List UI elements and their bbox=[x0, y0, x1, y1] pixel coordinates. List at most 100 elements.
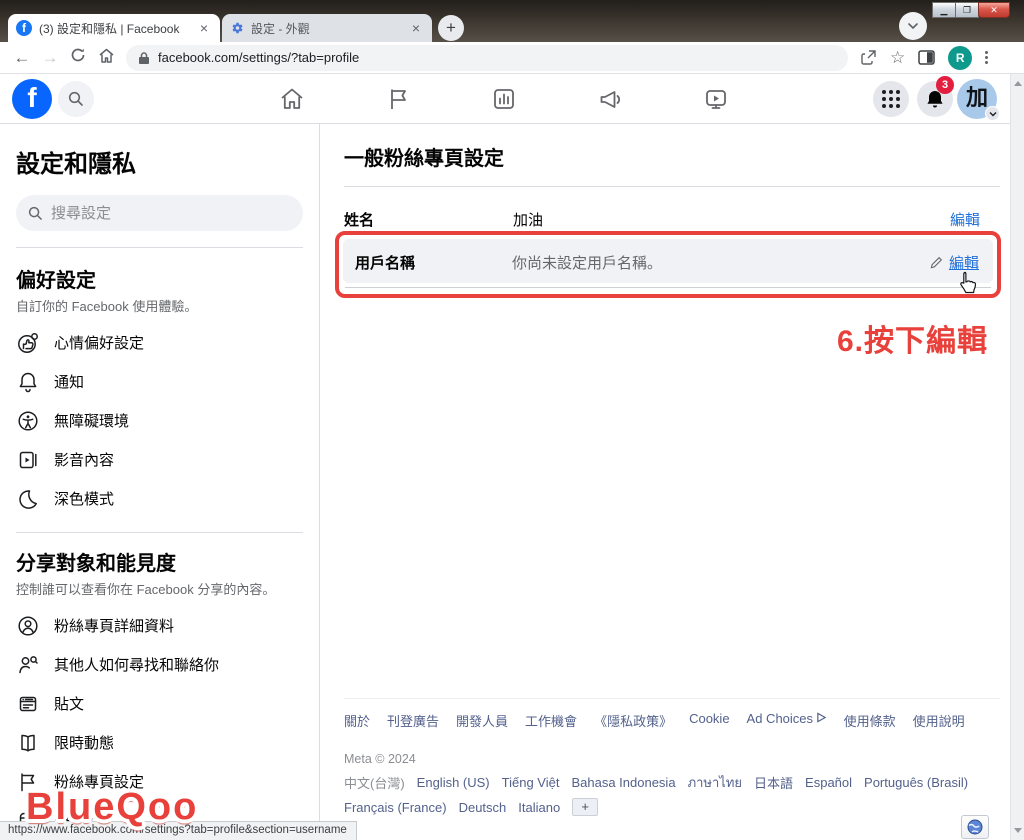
sidebar-item-media[interactable]: 影音內容 bbox=[16, 440, 303, 479]
screenshot-root: f (3) 設定和隱私 | Facebook × 設定 - 外觀 × + ▁ ❐… bbox=[0, 0, 1024, 840]
row-value: 你尚未設定用戶名稱。 bbox=[512, 252, 662, 273]
browser-tab-facebook[interactable]: f (3) 設定和隱私 | Facebook × bbox=[8, 14, 220, 42]
settings-sidebar: 設定和隱私 偏好設定 自訂你的 Facebook 使用體驗。 心情偏好設定 通知… bbox=[0, 124, 320, 840]
adchoices-icon bbox=[816, 712, 827, 723]
sidebar-item-label: 深色模式 bbox=[54, 488, 114, 509]
chevron-down-icon bbox=[907, 20, 919, 32]
scroll-down-icon[interactable] bbox=[1014, 828, 1022, 833]
edit-name-link[interactable]: 編輯 bbox=[950, 209, 980, 230]
sidebar-item-label: 心情偏好設定 bbox=[54, 332, 144, 353]
window-controls: ▁ ❐ ✕ bbox=[933, 2, 1010, 18]
side-panel-icon[interactable] bbox=[918, 50, 935, 65]
footer-link-ads[interactable]: 刊登廣告 bbox=[387, 711, 439, 730]
language-link[interactable]: Tiếng Việt bbox=[502, 775, 560, 790]
pencil-icon bbox=[930, 256, 943, 269]
maximize-button[interactable]: ❐ bbox=[955, 2, 979, 18]
footer-link-adchoices[interactable]: Ad Choices bbox=[747, 711, 827, 730]
footer-link-cookie[interactable]: Cookie bbox=[689, 711, 729, 730]
person-search-icon bbox=[16, 653, 40, 677]
section-heading: 分享對象和能見度 bbox=[16, 547, 303, 576]
notification-badge: 3 bbox=[936, 76, 954, 94]
share-icon[interactable] bbox=[860, 49, 877, 66]
search-icon bbox=[28, 206, 43, 221]
language-current: 中文(台灣) bbox=[344, 773, 405, 792]
language-links: 中文(台灣) English (US) Tiếng Việt Bahasa In… bbox=[344, 772, 1004, 816]
address-bar[interactable]: facebook.com/settings/?tab=profile bbox=[126, 45, 848, 71]
language-link[interactable]: Español bbox=[805, 775, 852, 790]
add-language-button[interactable]: + bbox=[572, 798, 598, 816]
footer-link-about[interactable]: 關於 bbox=[344, 711, 370, 730]
sidebar-item-label: 無障礙環境 bbox=[54, 410, 129, 431]
language-link[interactable]: Italiano bbox=[518, 800, 560, 815]
language-link[interactable]: English (US) bbox=[417, 775, 490, 790]
facebook-footer: 關於 刊登廣告 開發人員 工作機會 《隱私政策》 Cookie Ad Choic… bbox=[344, 698, 1000, 816]
apps-grid-button[interactable] bbox=[873, 81, 909, 117]
settings-search[interactable] bbox=[16, 195, 303, 231]
footer-link-careers[interactable]: 工作機會 bbox=[525, 711, 577, 730]
sidebar-item-page-details[interactable]: 粉絲專頁詳細資料 bbox=[16, 606, 303, 645]
apps-grid-icon bbox=[882, 90, 900, 108]
account-chevron-icon bbox=[985, 106, 1000, 121]
sidebar-item-find-contact[interactable]: 其他人如何尋找和聯絡你 bbox=[16, 645, 303, 684]
scroll-up-icon[interactable] bbox=[1014, 81, 1022, 86]
insights-chart-nav-icon[interactable] bbox=[490, 85, 518, 113]
language-link[interactable]: Deutsch bbox=[459, 800, 507, 815]
profile-circle-icon bbox=[16, 614, 40, 638]
sidebar-item-dark-mode[interactable]: 深色模式 bbox=[16, 479, 303, 518]
video-nav-icon[interactable] bbox=[702, 85, 730, 113]
sidebar-item-stories[interactable]: 限時動態 bbox=[16, 723, 303, 762]
hand-cursor-icon bbox=[956, 270, 980, 298]
reload-icon[interactable] bbox=[64, 47, 92, 68]
annotation-highlight-box: 用戶名稱 你尚未設定用戶名稱。 編輯 bbox=[335, 231, 1001, 298]
close-button[interactable]: ✕ bbox=[978, 2, 1010, 18]
minimize-button[interactable]: ▁ bbox=[932, 2, 956, 18]
divider bbox=[344, 186, 1000, 187]
pages-flag-nav-icon[interactable] bbox=[384, 85, 412, 113]
back-icon[interactable]: ← bbox=[8, 48, 36, 68]
language-link[interactable]: Bahasa Indonesia bbox=[571, 775, 675, 790]
language-link[interactable]: Français (France) bbox=[344, 800, 447, 815]
sidebar-item-reaction-preferences[interactable]: 心情偏好設定 bbox=[16, 323, 303, 362]
media-icon bbox=[16, 448, 40, 472]
browser-profile-avatar[interactable]: R bbox=[948, 46, 972, 70]
stories-icon bbox=[16, 731, 40, 755]
footer-link-privacy[interactable]: 《隱私政策》 bbox=[594, 711, 672, 730]
facebook-search-button[interactable] bbox=[58, 81, 94, 117]
tab-title: 設定 - 外觀 bbox=[251, 20, 408, 37]
account-avatar[interactable]: 加 bbox=[957, 79, 997, 119]
language-link[interactable]: Português (Brasil) bbox=[864, 775, 968, 790]
new-tab-button[interactable]: + bbox=[438, 15, 464, 41]
facebook-logo[interactable]: f bbox=[12, 79, 52, 119]
home-nav-icon[interactable] bbox=[278, 85, 306, 113]
footer-link-help[interactable]: 使用說明 bbox=[913, 711, 965, 730]
sidebar-item-accessibility[interactable]: 無障礙環境 bbox=[16, 401, 303, 440]
sidebar-item-posts[interactable]: 貼文 bbox=[16, 684, 303, 723]
page-title: 一般粉絲專頁設定 bbox=[344, 142, 504, 171]
close-tab-icon[interactable]: × bbox=[196, 20, 212, 36]
window-titlebar: f (3) 設定和隱私 | Facebook × 設定 - 外觀 × + ▁ ❐… bbox=[0, 0, 1024, 42]
section-heading: 偏好設定 bbox=[16, 264, 303, 293]
bookmark-star-icon[interactable]: ☆ bbox=[890, 48, 905, 68]
browser-toolbar: ← → facebook.com/settings/?tab=profile ☆… bbox=[0, 42, 1024, 74]
sidebar-title: 設定和隱私 bbox=[16, 144, 303, 179]
language-link[interactable]: 日本語 bbox=[754, 773, 793, 792]
browser-tab-settings[interactable]: 設定 - 外觀 × bbox=[222, 14, 432, 42]
page-scrollbar[interactable] bbox=[1010, 74, 1024, 840]
home-icon[interactable] bbox=[92, 47, 120, 69]
forward-icon[interactable]: → bbox=[36, 48, 64, 68]
setting-row-username[interactable]: 用戶名稱 你尚未設定用戶名稱。 編輯 bbox=[343, 239, 993, 283]
browser-menu-icon[interactable] bbox=[985, 51, 988, 64]
footer-link-terms[interactable]: 使用條款 bbox=[844, 711, 896, 730]
tab-search-button[interactable] bbox=[899, 12, 927, 40]
settings-search-input[interactable] bbox=[51, 205, 271, 222]
divider bbox=[345, 287, 991, 288]
language-globe-button[interactable] bbox=[961, 815, 989, 839]
language-link[interactable]: ภาษาไทย bbox=[688, 772, 742, 793]
bell-icon bbox=[16, 370, 40, 394]
close-tab-icon[interactable]: × bbox=[408, 20, 424, 36]
sidebar-item-notifications[interactable]: 通知 bbox=[16, 362, 303, 401]
ads-megaphone-nav-icon[interactable] bbox=[596, 85, 624, 113]
footer-link-developers[interactable]: 開發人員 bbox=[456, 711, 508, 730]
url-text: facebook.com/settings/?tab=profile bbox=[158, 50, 359, 65]
accessibility-icon bbox=[16, 409, 40, 433]
